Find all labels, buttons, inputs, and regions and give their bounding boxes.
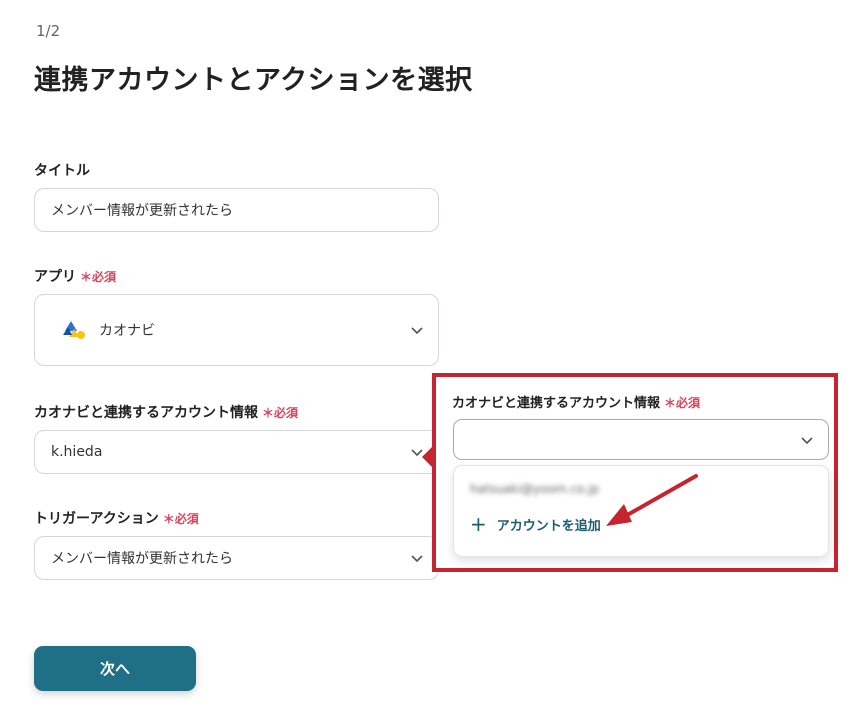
required-badge: ＊必須 xyxy=(262,406,299,420)
chevron-down-icon xyxy=(411,327,423,335)
trigger-field-label: トリガーアクション ＊必須 xyxy=(34,511,199,527)
title-input-value: メンバー情報が更新されたら xyxy=(51,203,233,219)
chevron-down-icon xyxy=(411,555,423,563)
required-badge: ＊必須 xyxy=(162,512,199,526)
account-select[interactable]: k.hieda xyxy=(34,430,439,474)
app-select-value: カオナビ xyxy=(99,323,155,339)
plus-icon: + xyxy=(470,512,487,536)
trigger-select-value: メンバー情報が更新されたら xyxy=(51,551,233,567)
app-field-label: アプリ ＊必須 xyxy=(34,269,117,285)
annotation-arrow-icon xyxy=(606,474,698,526)
dropdown-option-email[interactable]: hatsuaki@yoom.co.jp xyxy=(470,482,599,496)
add-account-label: アカウントを追加 xyxy=(496,518,601,534)
title-input[interactable]: メンバー情報が更新されたら xyxy=(34,188,439,232)
callout-account-select[interactable] xyxy=(453,419,829,460)
next-button[interactable]: 次へ xyxy=(34,646,196,691)
callout-account-label: カオナビと連携するアカウント情報 ＊必須 xyxy=(452,396,701,411)
chevron-down-icon xyxy=(801,436,813,444)
page-title: 連携アカウントとアクションを選択 xyxy=(34,65,473,96)
kaonavi-logo-icon xyxy=(63,321,85,339)
title-field-label: タイトル xyxy=(34,163,90,179)
step-indicator: 1/2 xyxy=(36,22,61,40)
add-account-button[interactable]: + アカウントを追加 xyxy=(470,514,601,534)
account-field-label: カオナビと連携するアカウント情報 ＊必須 xyxy=(34,405,299,421)
required-badge: ＊必須 xyxy=(664,396,701,410)
account-select-value: k.hieda xyxy=(51,444,103,460)
required-badge: ＊必須 xyxy=(80,270,117,284)
app-select[interactable]: カオナビ xyxy=(34,294,439,366)
trigger-select[interactable]: メンバー情報が更新されたら xyxy=(34,536,439,580)
